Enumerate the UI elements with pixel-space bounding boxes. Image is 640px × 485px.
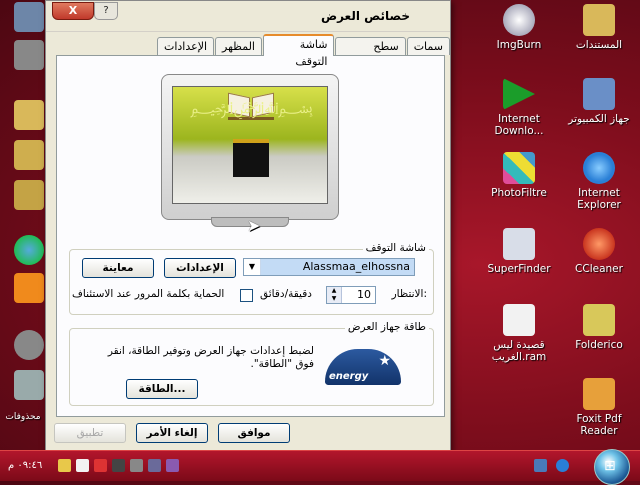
power-description: لضبط إعدادات جهاز العرض وتوفير الطاقة، ا… xyxy=(107,345,314,370)
stepper-arrows-icon[interactable]: ▲ ▼ xyxy=(327,287,342,303)
dock-folder-icon[interactable] xyxy=(14,180,44,210)
imgburn-icon xyxy=(503,4,535,36)
desktop-icon-ccleaner[interactable]: CCleaner xyxy=(566,228,632,275)
screen-saver-select[interactable]: ▼ Alassmaa_elhossna xyxy=(243,258,415,276)
screen-saver-panel: ﷽ ➤ شاشة التوقف ▼ Alassmaa_elhossna الإع… xyxy=(56,55,445,417)
wait-minutes-value: 10 xyxy=(357,288,371,301)
minutes-label: دقيقة/دقائق xyxy=(260,288,312,300)
mouse-cursor-icon: ➤ xyxy=(247,216,261,235)
desktop-icon-ram-file[interactable]: قصيدة ليس الغريب.ram xyxy=(486,304,552,363)
tab-desktop[interactable]: سطح المكتب xyxy=(335,37,406,70)
internet-explorer-icon xyxy=(583,152,615,184)
preview-button[interactable]: معاينة xyxy=(82,258,154,278)
dock-globe-icon[interactable] xyxy=(14,235,44,265)
tab-screen-saver[interactable]: شاشة التوقف xyxy=(262,34,335,68)
desktop-icon-label: CCleaner xyxy=(575,263,623,275)
desktop-icon-folderico[interactable]: Folderico xyxy=(566,304,632,351)
kaaba-image xyxy=(233,139,269,177)
desktop-icon-documents[interactable]: المستندات xyxy=(566,4,632,51)
desktop-icon-label: Folderico xyxy=(575,339,623,351)
quicklaunch-desktop-icon[interactable] xyxy=(534,459,547,472)
desktop-icon-label: SuperFinder xyxy=(487,263,551,275)
desktop-icon-superfinder[interactable]: SuperFinder xyxy=(486,228,552,275)
energy-logo-text: energy xyxy=(329,371,369,382)
tray-keyboard-icon[interactable] xyxy=(148,459,161,472)
documents-icon xyxy=(583,4,615,36)
download-arrow-icon xyxy=(503,78,535,110)
computer-icon xyxy=(583,78,615,110)
left-dock: محذوفات xyxy=(0,0,46,450)
monitor-frame: ﷽ xyxy=(161,74,339,220)
apply-button: تطبيق xyxy=(54,423,126,443)
foxit-pdf-icon xyxy=(583,378,615,410)
tray-tools-icon[interactable] xyxy=(112,459,125,472)
desktop-icon-label: PhotoFiltre xyxy=(491,187,547,199)
wait-label: الانتظار: xyxy=(391,288,427,300)
display-properties-dialog: X ? خصائص العرض سمات سطح المكتب شاشة الت… xyxy=(45,0,451,452)
folderico-icon xyxy=(583,304,615,336)
desktop-icon-label: قصيدة ليس الغريب.ram xyxy=(491,339,547,363)
taskbar: ٠٩:٤٦ م ⊞ xyxy=(0,449,640,485)
screen-saver-group: شاشة التوقف ▼ Alassmaa_elhossna الإعدادا… xyxy=(69,242,434,315)
taskbar-clock[interactable]: ٠٩:٤٦ م xyxy=(8,460,42,471)
dock-recycle-bin-icon[interactable] xyxy=(14,370,44,400)
photofiltre-icon xyxy=(503,152,535,184)
desktop-icon-my-computer[interactable]: جهاز الكمبيوتر xyxy=(566,78,632,125)
energy-star-logo: ★ energy xyxy=(325,349,401,385)
desktop-icon-internet-explorer[interactable]: Internet Explorer xyxy=(566,152,632,211)
ccleaner-icon xyxy=(583,228,615,260)
monitor-power-group: طاقة جهاز العرض ★ energy لضبط إعدادات جه… xyxy=(69,321,434,406)
tray-volume-icon[interactable] xyxy=(166,459,179,472)
desktop-icon-photofiltre[interactable]: PhotoFiltre xyxy=(486,152,552,199)
desktop-icon-label: ImgBurn xyxy=(496,39,542,51)
ok-button[interactable]: موافق xyxy=(218,423,290,443)
dock-folder-icon[interactable] xyxy=(14,100,44,130)
quicklaunch-ie-icon[interactable] xyxy=(556,459,569,472)
tab-settings[interactable]: الإعدادات xyxy=(157,37,215,55)
dock-gear-icon[interactable] xyxy=(14,330,44,360)
dialog-title: خصائص العرض xyxy=(320,9,410,23)
desktop-icon-imgburn[interactable]: ImgBurn xyxy=(486,4,552,51)
title-bar[interactable]: X ? خصائص العرض xyxy=(46,1,450,32)
help-button[interactable]: ? xyxy=(94,2,118,20)
preview-monitor: ﷽ ➤ xyxy=(161,74,339,235)
desktop-icon-label: Internet Explorer xyxy=(577,187,621,211)
password-protect-label: الحماية بكلمة المرور عند الاستئناف xyxy=(72,288,225,300)
dock-folder-icon[interactable] xyxy=(14,140,44,170)
cancel-button[interactable]: إلغاء الأمر xyxy=(136,423,208,443)
screen-saver-selected: Alassmaa_elhossna xyxy=(302,260,410,273)
tab-appearance[interactable]: المظهر xyxy=(215,37,262,55)
tray-shield-icon[interactable] xyxy=(94,459,107,472)
tray-network-icon[interactable] xyxy=(130,459,143,472)
tab-strip: سمات سطح المكتب شاشة التوقف المظهر الإعد… xyxy=(156,34,450,70)
desktop-icon-label: Internet Downlo... xyxy=(494,113,544,137)
monitor-power-group-title: طاقة جهاز العرض xyxy=(344,321,429,333)
desktop-icon-label: المستندات xyxy=(575,39,623,51)
dock-monitor-icon[interactable] xyxy=(14,2,44,32)
magnifier-icon xyxy=(503,228,535,260)
recycle-bin-label: محذوفات xyxy=(5,412,41,422)
desktop-icon-idm[interactable]: Internet Downlo... xyxy=(486,78,552,137)
desktop-icon-label: Foxit Pdf Reader xyxy=(576,413,622,437)
calligraphy-image: ﷽ xyxy=(190,98,313,117)
close-button[interactable]: X xyxy=(52,2,94,20)
desktop-icon-foxit[interactable]: Foxit Pdf Reader xyxy=(566,378,632,437)
tray-wand-icon[interactable] xyxy=(58,459,71,472)
chevron-down-icon[interactable]: ▼ xyxy=(244,259,261,275)
screen-saver-preview: ﷽ xyxy=(172,86,328,204)
wait-minutes-stepper[interactable]: ▲ ▼ 10 xyxy=(326,286,376,304)
desktop-icon-label: جهاز الكمبيوتر xyxy=(568,113,630,125)
windows-logo-icon: ⊞ xyxy=(604,458,616,474)
screen-saver-group-title: شاشة التوقف xyxy=(362,242,429,254)
settings-button[interactable]: الإعدادات xyxy=(164,258,236,278)
windows-file-icon xyxy=(503,304,535,336)
password-protect-checkbox[interactable] xyxy=(240,289,253,302)
tab-themes[interactable]: سمات xyxy=(406,37,450,55)
dock-app-icon[interactable] xyxy=(14,40,44,70)
star-icon: ★ xyxy=(378,353,391,369)
power-button[interactable]: الطاقة... xyxy=(126,379,198,399)
dock-media-player-icon[interactable] xyxy=(14,273,44,303)
tray-document-icon[interactable] xyxy=(76,459,89,472)
